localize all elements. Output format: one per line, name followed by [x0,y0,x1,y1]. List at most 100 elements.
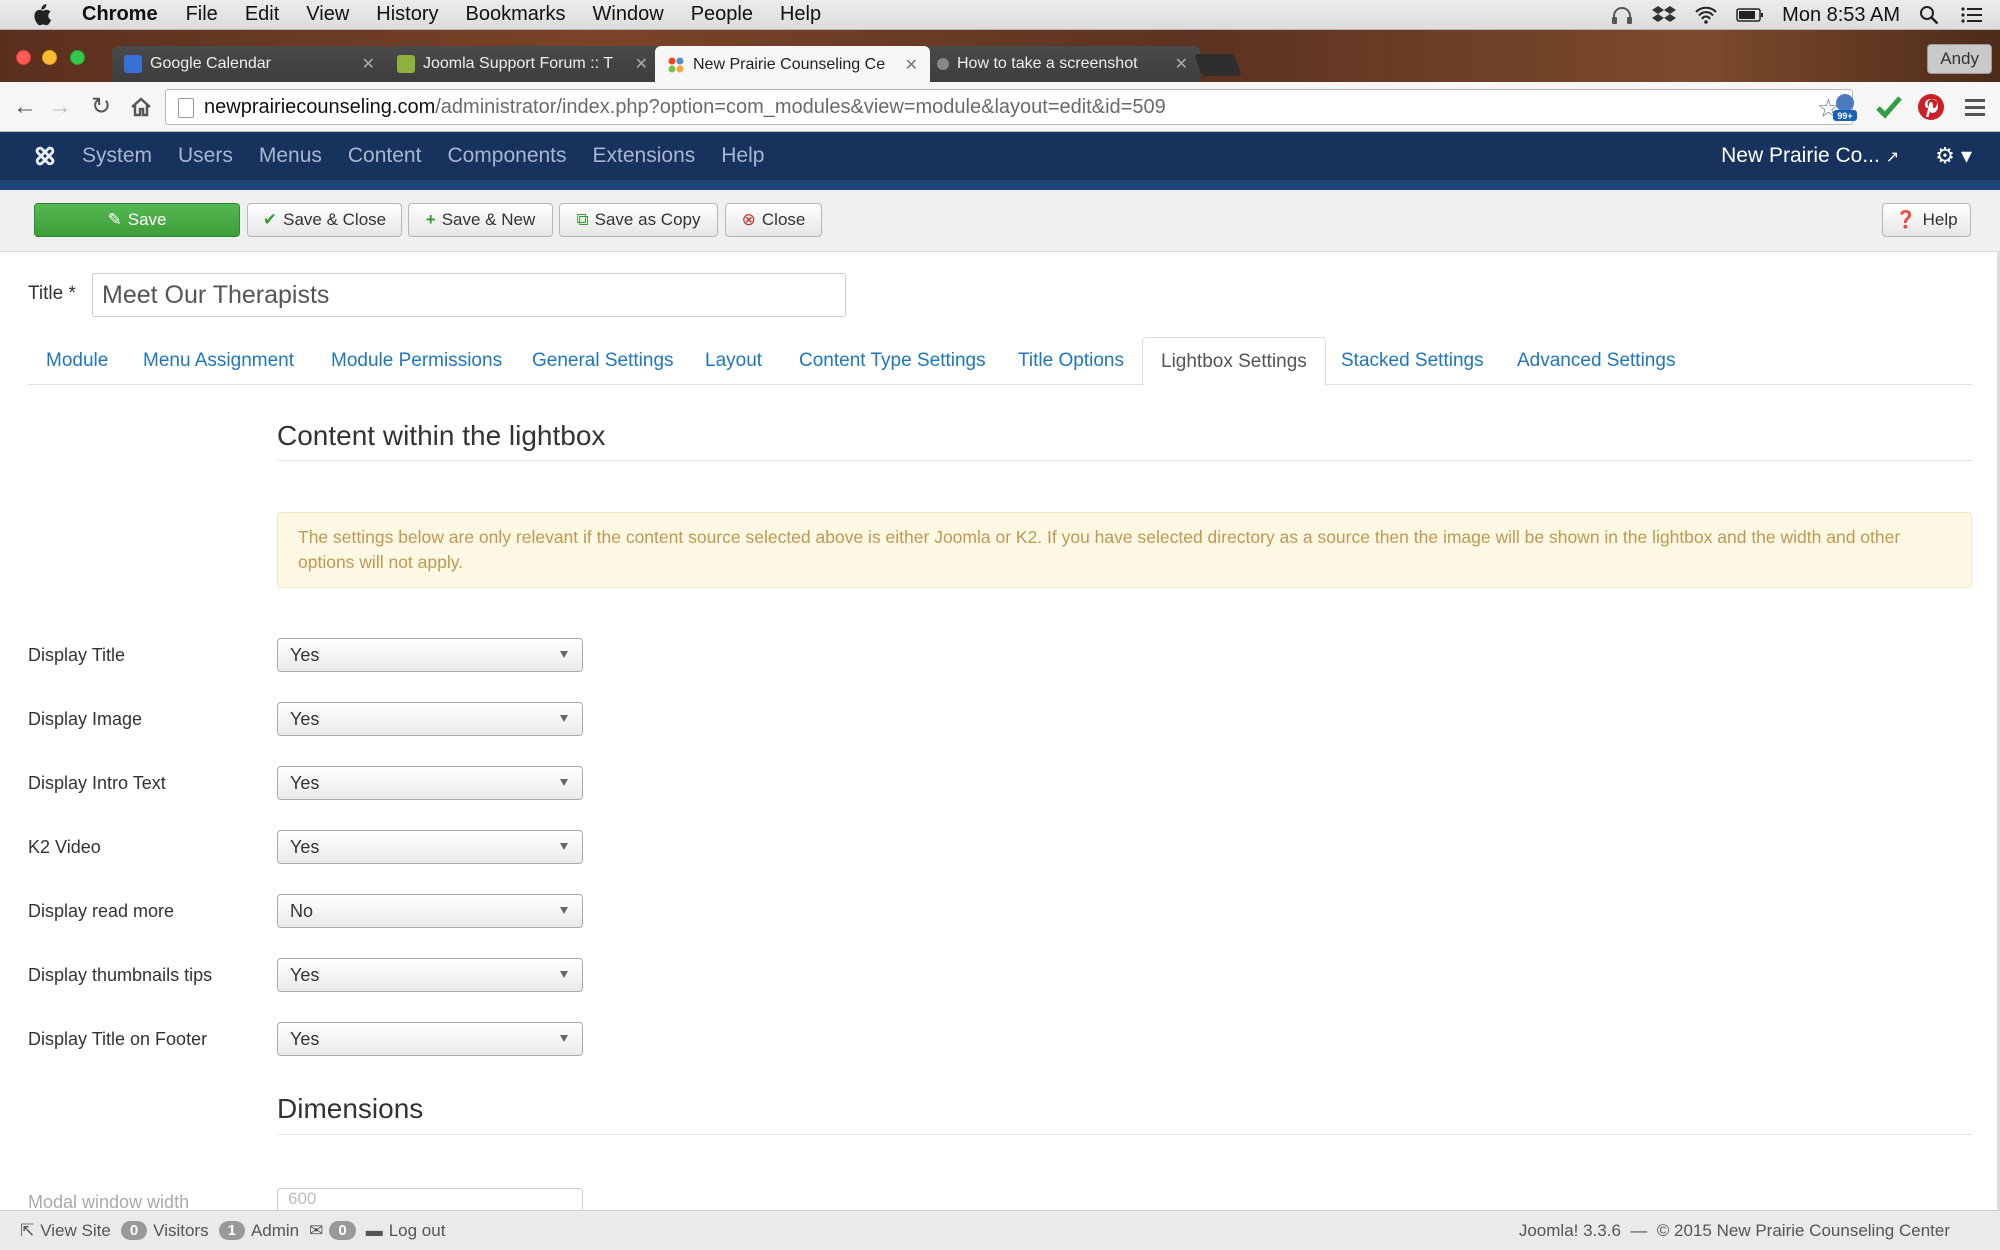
nav-extensions[interactable]: Extensions [593,144,696,168]
footer-info: Joomla! 3.3.6 — © 2015 New Prairie Couns… [1519,1211,1950,1250]
url-host: newprairiecounseling.com [204,95,436,118]
section-divider [277,1134,1972,1135]
checkmark-extension-icon[interactable] [1874,92,1904,122]
tab-lightbox-settings[interactable]: Lightbox Settings [1142,337,1326,386]
calendar-favicon-icon [124,55,142,73]
tab-close-icon[interactable]: ✕ [1175,54,1188,74]
tab-general-settings[interactable]: General Settings [514,337,692,385]
menu-help[interactable]: Help [780,3,821,26]
select-display-thumbnails-tips[interactable]: Yes [277,958,583,992]
select-k2-video[interactable]: Yes [277,830,583,864]
menu-bookmarks[interactable]: Bookmarks [466,3,566,26]
forward-arrow-icon[interactable]: → [47,94,73,120]
nav-help[interactable]: Help [721,144,764,168]
menu-chrome[interactable]: Chrome [82,3,158,26]
select-value: Yes [290,1028,320,1049]
window-close-button[interactable] [16,50,31,65]
spotlight-search-icon[interactable] [1918,5,1942,25]
profile-button[interactable]: Andy [1927,44,1992,74]
tab-stacked-settings[interactable]: Stacked Settings [1323,337,1502,385]
tab-content-type-settings[interactable]: Content Type Settings [781,337,1004,385]
warning-alert: The settings below are only relevant if … [277,512,1972,588]
chrome-menu-icon[interactable] [1960,92,1990,122]
browser-tabstrip: Google Calendar ✕ Joomla Support Forum :… [0,30,2000,83]
select-display-image[interactable]: Yes [277,702,583,736]
tab-title-options[interactable]: Title Options [1000,337,1142,385]
tab-close-icon[interactable]: ✕ [362,54,375,74]
tab-menu-assignment[interactable]: Menu Assignment [125,337,312,385]
browser-tab-joomla-forum[interactable]: Joomla Support Forum :: T ✕ [385,46,660,82]
mac-tray: Mon 8:53 AM [1610,0,1984,30]
tab-title: Google Calendar [150,55,271,72]
title-input[interactable]: Meet Our Therapists [92,273,846,317]
select-display-intro-text[interactable]: Yes [277,766,583,800]
window-zoom-button[interactable] [70,50,85,65]
nav-components[interactable]: Components [447,144,566,168]
nav-system[interactable]: System [82,144,152,168]
caret-down-icon [560,715,568,722]
tab-close-icon[interactable]: ✕ [635,54,648,74]
joomla-favicon-icon [668,57,684,72]
browser-tab-google-calendar[interactable]: Google Calendar ✕ [112,46,387,82]
view-site-label: View Site [40,1220,111,1240]
browser-tab-new-prairie[interactable]: New Prairie Counseling Ce ✕ [655,46,930,83]
messages-indicator[interactable]: ✉ 0 [309,1221,356,1241]
notification-center-icon[interactable] [1960,5,1984,25]
nav-menus[interactable]: Menus [259,144,322,168]
tab-layout[interactable]: Layout [687,337,780,385]
select-display-read-more[interactable]: No [277,894,583,928]
select-display-title[interactable]: Yes [277,638,583,672]
view-site-link[interactable]: ⇱ View Site [20,1221,111,1241]
site-name-link[interactable]: New Prairie Co... ↗ [1721,144,1899,168]
menu-history[interactable]: History [376,3,438,26]
address-bar[interactable]: newprairiecounseling.com/administrator/i… [165,89,1853,125]
headphones-icon[interactable] [1610,5,1634,25]
battery-icon[interactable] [1736,5,1764,25]
back-arrow-icon[interactable]: ← [12,94,38,120]
svg-text:99+: 99+ [1837,111,1852,121]
menu-people[interactable]: People [691,3,753,26]
save-copy-button[interactable]: ⧉ Save as Copy [559,203,718,237]
menu-edit[interactable]: Edit [245,3,279,26]
settings-gear-icon[interactable]: ⚙ ▾ [1935,143,1972,169]
save-close-button[interactable]: ✔ Save & Close [247,203,402,237]
admin-label: Admin [250,1220,300,1240]
wifi-icon[interactable] [1694,5,1718,25]
close-button[interactable]: ⊗ Close [725,203,822,237]
clock[interactable]: Mon 8:53 AM [1782,4,1900,27]
new-tab-button[interactable] [1193,54,1243,76]
extension-badge-icon[interactable]: 99+ [1830,92,1860,122]
dropbox-icon[interactable] [1652,5,1677,25]
select-display-title-footer[interactable]: Yes [277,1022,583,1056]
nav-content[interactable]: Content [348,144,422,168]
check-icon: ✔ [262,210,278,229]
home-icon[interactable] [128,94,154,120]
edit-icon: ✎ [107,210,122,229]
menu-view[interactable]: View [306,3,349,26]
window-minimize-button[interactable] [42,50,57,65]
apple-icon[interactable] [30,3,52,27]
tab-module[interactable]: Module [28,337,126,385]
browser-tab-screenshot[interactable]: How to take a screenshot ✕ [925,46,1200,82]
pinterest-icon[interactable] [1916,92,1946,122]
tab-close-icon[interactable]: ✕ [905,55,918,75]
footer-separator: — [1630,1221,1648,1240]
logout-link[interactable]: ▬ Log out [366,1221,446,1241]
copy-icon: ⧉ [576,210,589,229]
menu-file[interactable]: File [186,3,218,26]
save-button[interactable]: ✎ Save [34,203,240,237]
caret-down-icon [560,907,568,914]
tab-advanced-settings[interactable]: Advanced Settings [1499,337,1693,385]
joomla-logo-icon[interactable] [32,143,58,169]
help-button[interactable]: ❓ Help [1882,203,1971,237]
save-new-button[interactable]: + Save & New [408,203,553,237]
joomla-version: Joomla! 3.3.6 [1518,1221,1621,1240]
select-value: Yes [290,964,320,985]
tab-module-permissions[interactable]: Module Permissions [313,337,520,385]
caret-down-icon [560,1035,568,1042]
nav-users[interactable]: Users [178,144,233,168]
reload-icon[interactable]: ↻ [88,94,114,120]
action-toolbar: ✎ Save ✔ Save & Close + Save & New ⧉ Save as… [0,190,2000,252]
question-circle-icon: ❓ [1895,210,1917,229]
menu-window[interactable]: Window [593,3,664,26]
